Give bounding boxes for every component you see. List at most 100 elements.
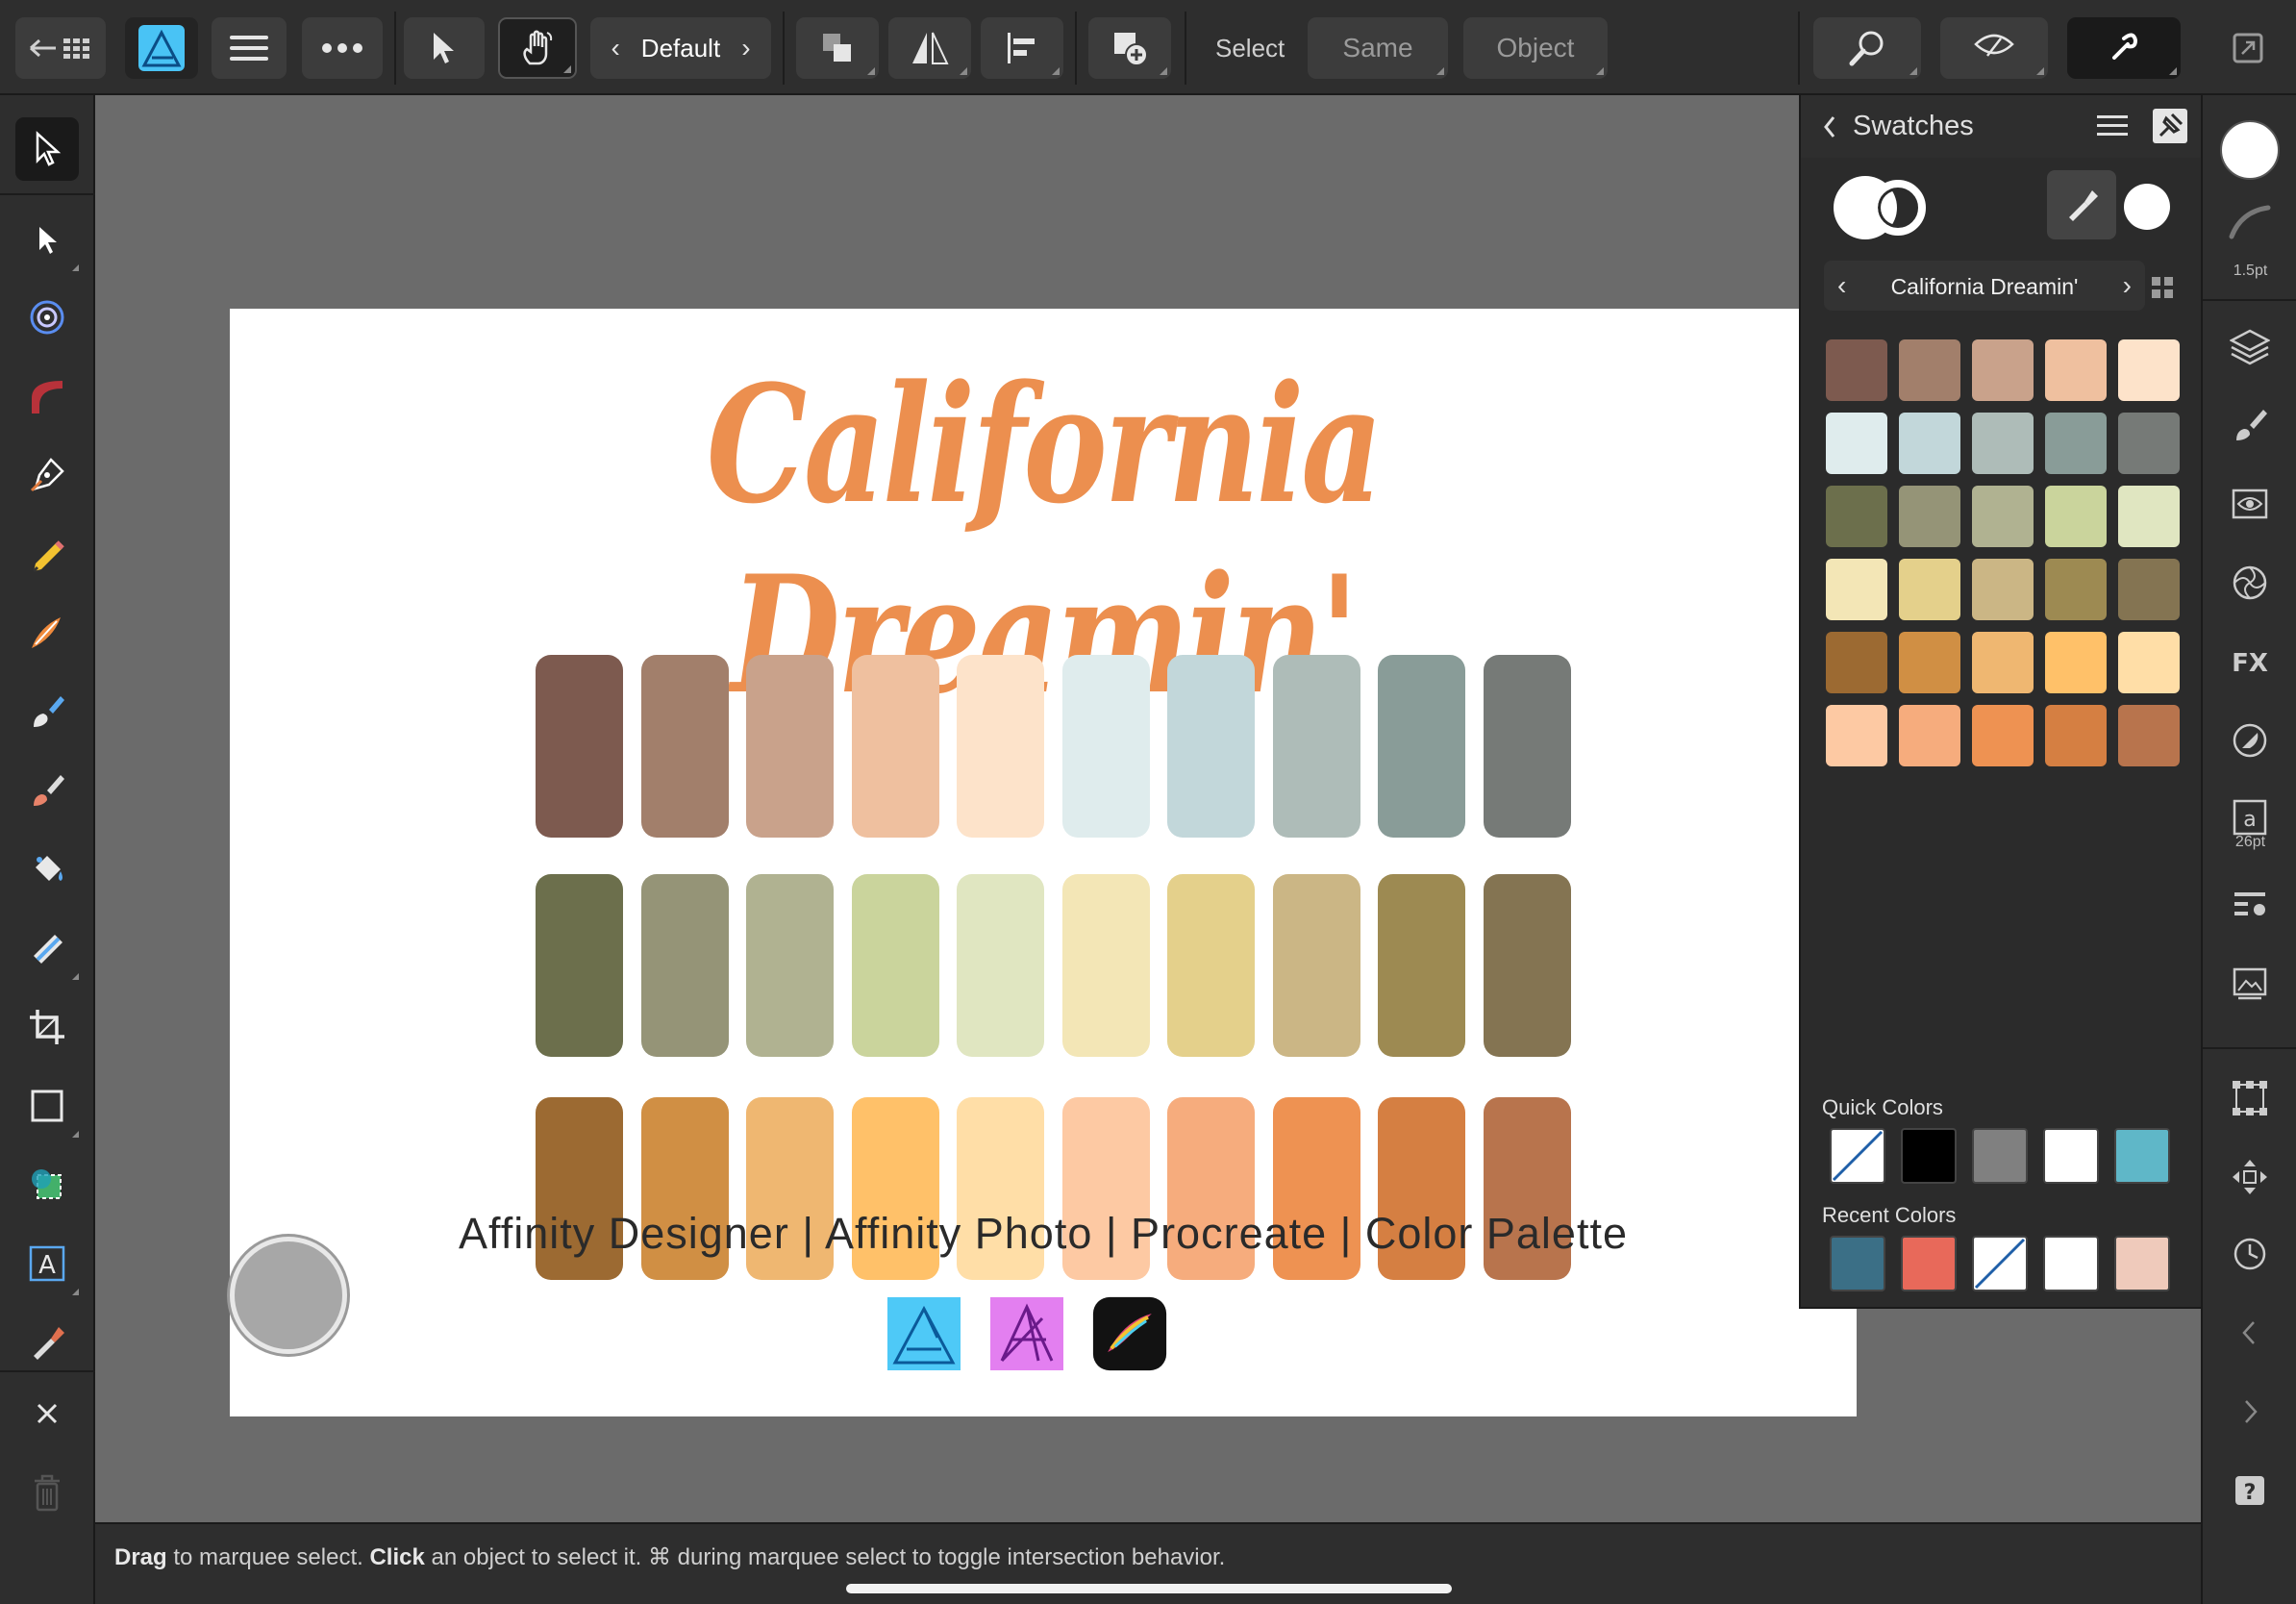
swatch-cell[interactable] [1826,413,1887,474]
swatch-cell[interactable] [2045,632,2107,693]
select-same-button[interactable]: Same [1308,17,1448,79]
swatch-cell[interactable] [2045,705,2107,766]
artboard[interactable]: California Dreamin' Affinity Designer | … [230,309,1857,1416]
next-palette-chevron-icon[interactable]: › [2123,270,2132,301]
palette-color-pill[interactable] [746,874,834,1057]
transform-studio-button[interactable] [2228,1076,2272,1120]
palette-color-pill[interactable] [1167,655,1255,838]
zoom-view-button[interactable] [1813,17,1921,79]
no-color-swatch[interactable] [1972,1236,2028,1291]
swatch-cell[interactable] [1972,705,2034,766]
effects-studio-button[interactable]: FX [2228,639,2272,684]
color-swatch[interactable] [2114,1236,2170,1291]
swatch-cell[interactable] [2118,705,2180,766]
picked-color-well[interactable] [2124,184,2170,230]
swatch-cell[interactable] [2045,559,2107,620]
delete-button[interactable] [15,1461,79,1524]
color-swatch[interactable] [1830,1236,1885,1291]
color-swatch[interactable] [2043,1236,2099,1291]
palette-color-pill[interactable] [1272,655,1360,838]
grid-view-icon[interactable] [2151,276,2174,299]
swatch-cell[interactable] [2118,486,2180,547]
back-to-documents-button[interactable] [15,17,106,79]
navigator-studio-button[interactable] [2228,1155,2272,1199]
color-swatch[interactable] [2043,1128,2099,1184]
help-button[interactable]: ? [2228,1468,2272,1513]
node-tool[interactable] [15,208,79,271]
artboard-subtitle[interactable]: Affinity Designer | Affinity Photo | Pro… [230,1209,1857,1259]
move-mode-button[interactable] [404,17,485,79]
swatch-cell[interactable] [2118,339,2180,401]
align-button[interactable] [981,17,1063,79]
color-swatch[interactable] [1901,1236,1957,1291]
palette-color-pill[interactable] [640,655,729,838]
swatch-cell[interactable] [1972,486,2034,547]
color-swatch[interactable] [1901,1128,1957,1184]
artistic-text-tool[interactable]: A [15,1232,79,1295]
pin-panel-button[interactable] [2153,109,2187,143]
palette-color-pill[interactable] [851,655,939,838]
palette-color-pill[interactable] [640,874,729,1057]
eyedropper-button[interactable] [2047,170,2116,239]
pen-tool[interactable] [15,443,79,507]
chevron-left-icon[interactable]: ‹ [611,33,619,63]
move-tool[interactable] [15,117,79,181]
more-options-button[interactable] [302,17,383,79]
arrange-button[interactable] [796,17,879,79]
panel-menu-icon[interactable] [2097,114,2128,138]
crop-tool[interactable] [15,995,79,1059]
rectangle-tool[interactable] [15,1074,79,1138]
procreate-icon[interactable] [1089,1295,1170,1372]
assistant-button[interactable] [2067,17,2181,79]
swatch-cell[interactable] [2118,413,2180,474]
home-indicator[interactable] [846,1584,1452,1593]
fill-color-indicator[interactable] [2220,120,2280,180]
swatch-cell[interactable] [2118,632,2180,693]
palette-color-pill[interactable] [536,655,623,838]
main-menu-button[interactable] [212,17,287,79]
palette-color-pill[interactable] [851,874,939,1057]
vector-brush-tool[interactable] [15,601,79,664]
touch-modifier-button[interactable] [230,1237,347,1354]
hand-gesture-button[interactable] [498,17,577,79]
brushes-studio-button[interactable] [2228,403,2272,447]
transparency-tool[interactable] [15,916,79,980]
palette-color-pill[interactable] [1272,874,1360,1057]
swatch-cell[interactable] [2045,339,2107,401]
stroke-button[interactable] [2228,199,2272,243]
assets-studio-button[interactable] [2228,963,2272,1007]
color-picker-tool[interactable] [15,1311,79,1374]
swatch-cell[interactable] [1826,559,1887,620]
palette-color-pill[interactable] [746,655,834,838]
add-shape-button[interactable] [1088,17,1171,79]
palette-color-pill[interactable] [1378,655,1465,838]
palette-color-pill[interactable] [1378,874,1465,1057]
swatch-cell[interactable] [1972,339,2034,401]
swatch-cell[interactable] [1899,632,1960,693]
collapse-right-button[interactable] [2228,1390,2272,1434]
chevron-right-icon[interactable]: › [741,33,750,63]
collapse-left-button[interactable] [2228,1311,2272,1355]
swatch-cell[interactable] [1899,559,1960,620]
stroke-color-well[interactable] [1870,180,1926,236]
styles-studio-button[interactable] [2228,718,2272,763]
snapping-button[interactable] [1940,17,2048,79]
affinity-photo-icon[interactable] [988,1295,1065,1372]
studio-toggle-button[interactable] [2219,17,2277,79]
layers-studio-button[interactable] [2228,324,2272,368]
palette-color-pill[interactable] [1483,655,1571,838]
swatch-cell[interactable] [1899,413,1960,474]
color-swatch[interactable] [1972,1128,2028,1184]
corner-tool[interactable] [15,364,79,428]
paragraph-studio-button[interactable] [2228,884,2272,928]
swatch-cell[interactable] [2118,559,2180,620]
shape-builder-tool[interactable] [15,1153,79,1216]
adjustments-studio-button[interactable] [2228,482,2272,526]
color-swatch[interactable] [2114,1128,2170,1184]
palette-color-pill[interactable] [957,655,1044,838]
swatch-cell[interactable] [1899,705,1960,766]
palette-color-pill[interactable] [1061,874,1150,1057]
palette-color-pill[interactable] [1483,874,1571,1057]
swatch-cell[interactable] [1826,632,1887,693]
palette-selector[interactable]: ‹ California Dreamin' › [1824,261,2145,311]
